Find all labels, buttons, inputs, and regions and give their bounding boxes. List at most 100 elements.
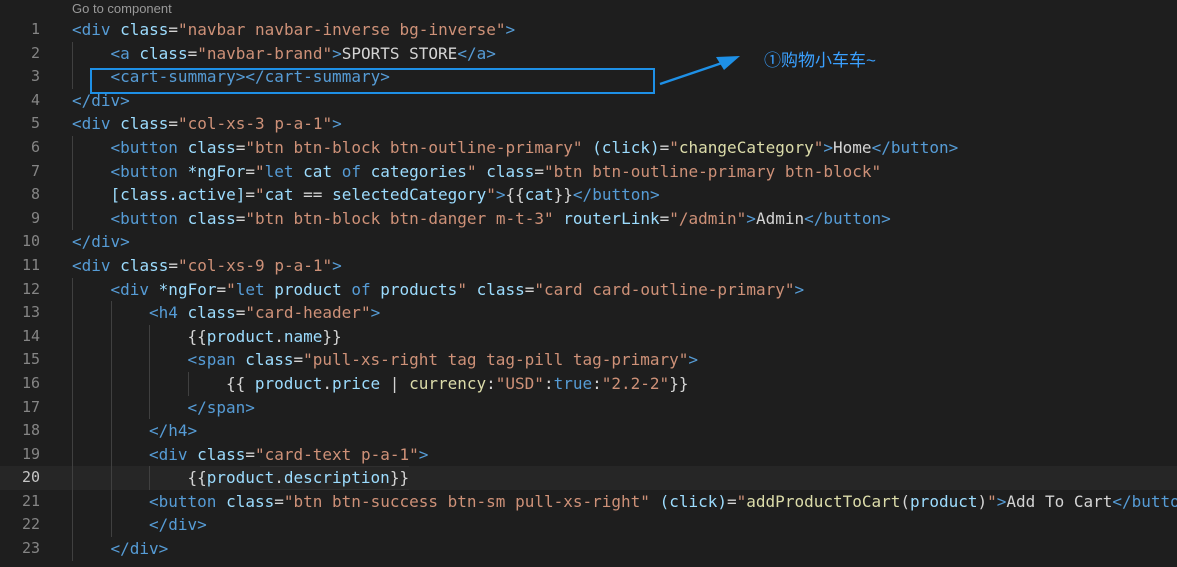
code-token: = bbox=[187, 43, 198, 63]
code-text: {{product.description}} bbox=[187, 466, 409, 490]
code-token: > bbox=[332, 43, 342, 63]
code-token: > bbox=[418, 444, 429, 464]
code-line[interactable]: 23 </div> bbox=[0, 537, 1177, 561]
code-token: = bbox=[245, 444, 255, 464]
code-text: <a class="navbar-brand">SPORTS STORE</a> bbox=[111, 42, 496, 66]
code-line[interactable]: 14 {{product.name}} bbox=[0, 324, 1177, 349]
code-token: <button bbox=[110, 137, 188, 157]
code-token: {{ bbox=[187, 468, 207, 488]
code-token: > bbox=[794, 279, 805, 299]
code-token: let bbox=[235, 279, 275, 299]
code-line[interactable]: 11 <div class="col-xs-9 p-a-1"> bbox=[0, 254, 1177, 278]
indent-guide bbox=[72, 159, 73, 184]
line-number: 19 bbox=[21, 444, 40, 463]
code-token: product bbox=[206, 468, 275, 488]
code-token: " bbox=[669, 137, 679, 157]
code-token: = bbox=[727, 491, 737, 511]
code-token: class bbox=[486, 161, 535, 181]
code-line[interactable]: 5 <div class="col-xs-3 p-a-1"> bbox=[0, 112, 1177, 136]
code-token: class bbox=[187, 208, 236, 228]
code-editor[interactable]: 1 <div class="navbar navbar-inverse bg-in… bbox=[0, 18, 1177, 561]
code-token: class bbox=[197, 444, 246, 464]
code-line[interactable]: 19 <div class="card-text p-a-1"> bbox=[0, 442, 1177, 467]
code-token: {{ bbox=[505, 185, 525, 205]
code-token: " bbox=[255, 185, 265, 205]
indent-guide bbox=[72, 183, 73, 207]
code-line[interactable]: 12 <div *ngFor="let product of products" … bbox=[0, 277, 1177, 302]
code-line[interactable]: 16{{ product.price | currency:"USD":true… bbox=[0, 371, 1177, 396]
code-token: addProductToCart bbox=[746, 491, 901, 511]
code-text: <div class="col-xs-3 p-a-1"> bbox=[72, 112, 342, 136]
code-line[interactable]: 21 <button class="btn btn-success btn-sm … bbox=[0, 489, 1177, 514]
code-text: <button class="btn btn-block btn-outline… bbox=[111, 136, 959, 160]
code-token: "card card-outline-primary" bbox=[534, 279, 795, 299]
code-line[interactable]: 6 <button class="btn btn-block btn-outlin… bbox=[0, 135, 1177, 160]
code-text: <div class="col-xs-9 p-a-1"> bbox=[72, 254, 342, 278]
code-token: (click) bbox=[659, 491, 727, 511]
line-number: 18 bbox=[21, 421, 40, 440]
code-token: = bbox=[659, 208, 670, 228]
indent-guide bbox=[72, 301, 73, 325]
code-line[interactable]: 17 </span> bbox=[0, 395, 1177, 420]
code-token: *ngFor bbox=[187, 161, 246, 181]
code-line[interactable]: 7 <button *ngFor="let cat of categories" … bbox=[0, 159, 1177, 184]
code-token: . bbox=[322, 373, 332, 393]
code-text: <button *ngFor="let cat of categories" c… bbox=[111, 160, 882, 184]
code-text: <cart-summary></cart-summary> bbox=[111, 65, 390, 89]
code-token: = bbox=[235, 137, 246, 157]
code-token: </button> bbox=[871, 137, 959, 157]
code-token: }} bbox=[553, 185, 573, 205]
code-token: = bbox=[274, 491, 284, 511]
code-line[interactable]: 18 </h4> bbox=[0, 419, 1177, 443]
indent-guide bbox=[149, 395, 150, 420]
code-line[interactable]: 20 {{product.description}} bbox=[0, 466, 1177, 490]
code-token: Home bbox=[833, 137, 872, 157]
code-token: " bbox=[486, 185, 496, 205]
code-text: <button class="btn btn-success btn-sm pu… bbox=[149, 490, 1177, 514]
code-text: <h4 class="card-header"> bbox=[149, 301, 380, 325]
code-line[interactable]: 1 <div class="navbar navbar-inverse bg-in… bbox=[0, 18, 1177, 42]
code-line[interactable]: 13 <h4 class="card-header"> bbox=[0, 301, 1177, 325]
annotation-label: ①购物小车车~ bbox=[764, 51, 876, 70]
indent-guide bbox=[110, 395, 112, 420]
code-token: true bbox=[553, 373, 593, 393]
code-token: Admin bbox=[755, 208, 805, 228]
indent-guide bbox=[72, 466, 73, 490]
code-token: > bbox=[332, 114, 342, 134]
code-token: }} bbox=[669, 373, 689, 393]
code-token: "navbar-brand" bbox=[197, 43, 333, 63]
code-token: <div bbox=[72, 255, 121, 275]
code-line[interactable]: 22 </div> bbox=[0, 513, 1177, 538]
indent-guide bbox=[110, 348, 112, 372]
code-token: class bbox=[120, 114, 169, 134]
code-line[interactable]: 8 [class.active]="cat == selectedCategory… bbox=[0, 183, 1177, 207]
code-token: : bbox=[486, 373, 496, 393]
code-token: "col-xs-3 p-a-1" bbox=[177, 114, 333, 134]
indent-guide bbox=[72, 395, 73, 420]
indent-guide bbox=[72, 419, 73, 443]
code-line[interactable]: 3 <cart-summary></cart-summary> bbox=[0, 65, 1177, 89]
code-line[interactable]: 4 </div> bbox=[0, 89, 1177, 113]
code-line[interactable]: 9 <button class="btn btn-block btn-danger… bbox=[0, 206, 1177, 231]
code-token: changeCategory bbox=[678, 137, 814, 157]
line-number: 13 bbox=[21, 303, 40, 322]
code-line[interactable]: 15 <span class="pull-xs-right tag tag-pil… bbox=[0, 348, 1177, 372]
line-number: 11 bbox=[21, 255, 40, 274]
line-number: 1 bbox=[30, 20, 40, 38]
line-number: 15 bbox=[21, 350, 40, 369]
code-token: "navbar navbar-inverse bg-inverse" bbox=[177, 20, 506, 39]
code-text: </div> bbox=[72, 89, 130, 113]
code-token: > bbox=[688, 350, 699, 370]
go-to-component-codelens[interactable]: Go to component bbox=[72, 0, 172, 18]
line-number: 4 bbox=[30, 90, 40, 109]
code-text: [class.active]="cat == selectedCategory"… bbox=[111, 183, 660, 207]
code-token: SPORTS STORE bbox=[341, 43, 458, 63]
code-line[interactable]: 2 <a class="navbar-brand">SPORTS STORE</a… bbox=[0, 41, 1177, 66]
code-line[interactable]: 10 </div> bbox=[0, 230, 1177, 254]
code-token: "USD" bbox=[495, 373, 544, 393]
indent-guide bbox=[110, 489, 112, 514]
line-number: 3 bbox=[30, 67, 40, 86]
indent-guide bbox=[110, 513, 112, 538]
indent-guide bbox=[72, 442, 73, 467]
